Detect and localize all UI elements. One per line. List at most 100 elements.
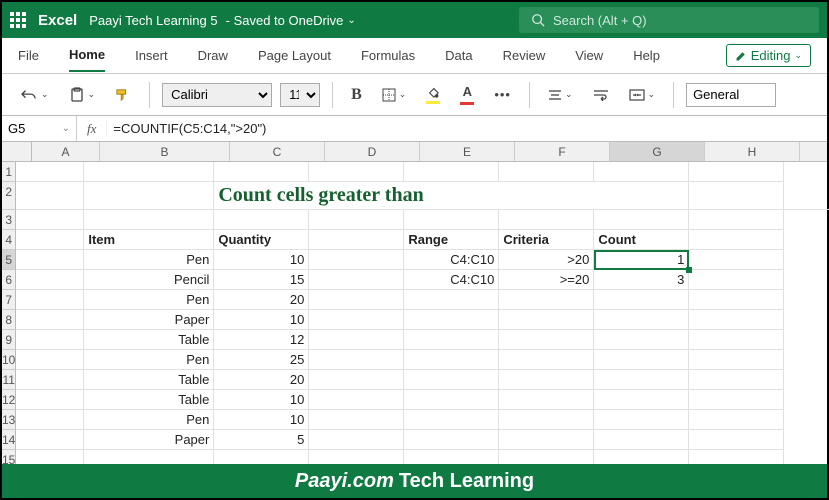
col-header-c[interactable]: C xyxy=(230,142,325,161)
cell-item: Pen xyxy=(84,250,214,270)
paste-button[interactable]: ⌄ xyxy=(63,83,102,107)
cell-item: Table xyxy=(84,390,214,410)
select-all-corner[interactable] xyxy=(2,142,32,161)
pencil-icon xyxy=(735,50,747,62)
footer-branding: Paayi.com Tech Learning xyxy=(2,464,827,498)
title-bar: Excel Paayi Tech Learning 5 - Saved to O… xyxy=(2,2,827,38)
chevron-down-icon: ⌄ xyxy=(794,50,802,61)
cell-qty: 10 xyxy=(214,250,309,270)
fill-color-button[interactable] xyxy=(420,82,446,108)
cell-crit: >20 xyxy=(499,250,594,270)
cell-qty: 10 xyxy=(214,310,309,330)
row-header-7[interactable]: 7 xyxy=(2,290,16,310)
search-box[interactable]: Search (Alt + Q) xyxy=(519,7,819,33)
row-header-3[interactable]: 3 xyxy=(2,210,16,230)
row-header-2[interactable]: 2 xyxy=(2,182,16,210)
more-font-button[interactable]: ••• xyxy=(488,83,517,106)
cell-count: 1 xyxy=(594,250,689,270)
ribbon-tabs: File Home Insert Draw Page Layout Formul… xyxy=(2,38,827,74)
tab-draw[interactable]: Draw xyxy=(198,40,228,71)
cell-qty: 20 xyxy=(214,290,309,310)
app-name: Excel xyxy=(38,12,77,29)
tab-data[interactable]: Data xyxy=(445,40,472,71)
wrap-text-button[interactable] xyxy=(587,85,615,105)
tab-home[interactable]: Home xyxy=(69,39,105,72)
header-range: Range xyxy=(404,230,499,250)
search-placeholder: Search (Alt + Q) xyxy=(553,13,647,28)
row-header-12[interactable]: 12 xyxy=(2,390,16,410)
header-criteria: Criteria xyxy=(499,230,594,250)
toolbar: ⌄ ⌄ Calibri 11 B ⌄ A ••• ⌄ ⌄ General xyxy=(2,74,827,116)
header-count: Count xyxy=(594,230,689,250)
cell-item: Pen xyxy=(84,290,214,310)
cell-item: Pen xyxy=(84,410,214,430)
tab-insert[interactable]: Insert xyxy=(135,40,168,71)
col-header-f[interactable]: F xyxy=(515,142,610,161)
undo-button[interactable]: ⌄ xyxy=(14,84,55,106)
row-header-4[interactable]: 4 xyxy=(2,230,16,250)
bold-button[interactable]: B xyxy=(345,82,368,108)
font-color-button[interactable]: A xyxy=(454,80,480,109)
tab-formulas[interactable]: Formulas xyxy=(361,40,415,71)
selection-handle[interactable] xyxy=(686,267,692,273)
row-header-1[interactable]: 1 xyxy=(2,162,16,182)
cell-crit: >=20 xyxy=(499,270,594,290)
row-header-10[interactable]: 10 xyxy=(2,350,16,370)
cell-qty: 20 xyxy=(214,370,309,390)
tab-review[interactable]: Review xyxy=(503,40,546,71)
editing-mode-button[interactable]: Editing ⌄ xyxy=(726,44,811,67)
font-size-select[interactable]: 11 xyxy=(280,83,320,107)
editing-label: Editing xyxy=(751,48,791,63)
col-header-g[interactable]: G xyxy=(610,142,705,161)
cell-item: Pencil xyxy=(84,270,214,290)
col-header-h[interactable]: H xyxy=(705,142,800,161)
doc-name-text: Paayi Tech Learning 5 xyxy=(89,13,217,28)
cell-item: Table xyxy=(84,370,214,390)
column-headers: A B C D E F G H xyxy=(2,142,827,162)
row-header-6[interactable]: 6 xyxy=(2,270,16,290)
formula-input[interactable]: =COUNTIF(C5:C14,">20") xyxy=(107,121,827,136)
row-header-5[interactable]: 5 xyxy=(2,250,16,270)
cell-item: Table xyxy=(84,330,214,350)
header-quantity: Quantity xyxy=(214,230,309,250)
tab-view[interactable]: View xyxy=(575,40,603,71)
cell-item: Pen xyxy=(84,350,214,370)
row-header-14[interactable]: 14 xyxy=(2,430,16,450)
cell-count: 3 xyxy=(594,270,689,290)
col-header-e[interactable]: E xyxy=(420,142,515,161)
search-icon xyxy=(531,13,545,27)
col-header-a[interactable]: A xyxy=(32,142,100,161)
cell-qty: 5 xyxy=(214,430,309,450)
merge-button[interactable]: ⌄ xyxy=(623,85,662,105)
col-header-d[interactable]: D xyxy=(325,142,420,161)
cell-qty: 10 xyxy=(214,390,309,410)
document-title[interactable]: Paayi Tech Learning 5 - Saved to OneDriv… xyxy=(89,13,356,28)
header-item: Item xyxy=(84,230,214,250)
cell-qty: 15 xyxy=(214,270,309,290)
row-header-11[interactable]: 11 xyxy=(2,370,16,390)
tab-file[interactable]: File xyxy=(18,40,39,71)
row-header-8[interactable]: 8 xyxy=(2,310,16,330)
name-box[interactable]: G5⌄ xyxy=(2,116,77,141)
tab-help[interactable]: Help xyxy=(633,40,660,71)
col-header-b[interactable]: B xyxy=(100,142,230,161)
cell-range: C4:C10 xyxy=(404,270,499,290)
number-format-select[interactable]: General xyxy=(686,83,776,107)
chevron-down-icon: ⌄ xyxy=(347,15,355,26)
fx-label[interactable]: fx xyxy=(77,121,107,137)
cells-area[interactable]: Count cells greater than ItemQuantity Ran… xyxy=(16,162,829,470)
cell-range: C4:C10 xyxy=(404,250,499,270)
borders-button[interactable]: ⌄ xyxy=(376,84,413,106)
row-header-9[interactable]: 9 xyxy=(2,330,16,350)
cell-item: Paper xyxy=(84,310,214,330)
cell-qty: 10 xyxy=(214,410,309,430)
spreadsheet-grid[interactable]: A B C D E F G H 1 2 3 4 5 6 7 8 9 10 11 … xyxy=(2,142,827,470)
tab-pagelayout[interactable]: Page Layout xyxy=(258,40,331,71)
row-header-13[interactable]: 13 xyxy=(2,410,16,430)
font-name-select[interactable]: Calibri xyxy=(162,83,272,107)
format-painter-button[interactable] xyxy=(109,84,137,106)
formula-bar: G5⌄ fx =COUNTIF(C5:C14,">20") xyxy=(2,116,827,142)
sheet-title: Count cells greater than xyxy=(214,182,594,210)
app-launcher-icon[interactable] xyxy=(10,12,26,28)
align-center-button[interactable]: ⌄ xyxy=(542,85,579,105)
